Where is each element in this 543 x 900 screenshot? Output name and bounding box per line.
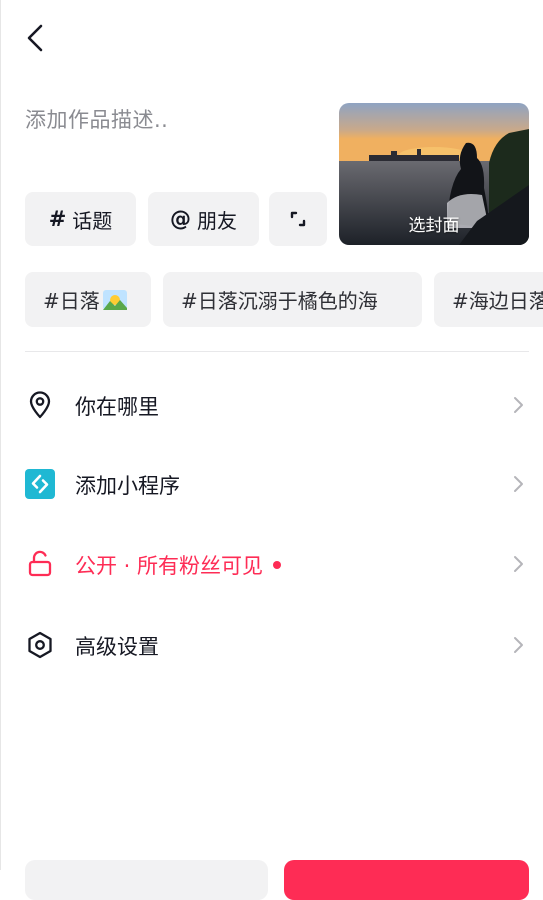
description-input[interactable]: 添加作品描述.. [25,104,325,164]
mini-program-row[interactable]: 添加小程序 [0,454,543,514]
unlock-icon [25,549,55,579]
tag-chip[interactable]: #海边日落 [434,272,543,327]
chevron-right-icon [514,637,523,653]
visibility-text: 公开 · 所有粉丝可见 [75,554,264,578]
tag-chip[interactable]: #日落 [25,272,151,327]
mention-friend-chip-button[interactable]: @ 朋友 [148,192,259,246]
location-row[interactable]: 你在哪里 [0,375,543,435]
tag-label: #海边日落 [452,289,543,313]
back-arrow-icon [27,24,43,52]
expand-frame-icon [290,211,306,227]
tag-label: #日落 [43,289,100,313]
chevron-right-icon [514,556,523,572]
tag-chip[interactable]: #日落沉溺于橘色的海 [163,272,422,327]
chevron-right-icon [514,397,523,413]
mention-chip-label: 朋友 [197,208,237,233]
location-row-label: 你在哪里 [75,395,159,419]
visibility-row-label: 公开 · 所有粉丝可见 [75,550,282,580]
left-edge-line [0,0,1,870]
hashtag-icon: # [48,207,67,231]
mini-program-row-label: 添加小程序 [75,474,180,498]
notification-dot [273,561,282,569]
suggested-tags-row: #日落 #日落沉溺于橘色的海 #海边日落 [0,272,543,327]
chevron-right-icon [514,476,523,492]
cover-picker[interactable]: 选封面 [339,103,529,245]
tag-label: #日落沉溺于橘色的海 [181,289,378,313]
at-icon: @ [170,207,191,231]
topic-chip-button[interactable]: # 话题 [25,192,136,246]
mini-program-icon [25,469,55,499]
topic-chip-label: 话题 [72,208,113,233]
hexagon-settings-icon [25,630,55,660]
advanced-settings-row-label: 高级设置 [75,635,159,659]
cover-label: 选封面 [408,216,460,236]
section-divider [25,351,529,352]
location-pin-icon [25,390,55,420]
description-placeholder: 添加作品描述.. [25,108,169,132]
visibility-row[interactable]: 公开 · 所有粉丝可见 [0,534,543,594]
sunrise-over-mountains-icon [102,289,127,310]
save-draft-button[interactable] [25,860,268,900]
expand-editor-button[interactable] [269,192,327,246]
publish-button[interactable] [284,860,529,900]
back-button[interactable] [18,20,54,56]
advanced-settings-row[interactable]: 高级设置 [0,615,543,675]
